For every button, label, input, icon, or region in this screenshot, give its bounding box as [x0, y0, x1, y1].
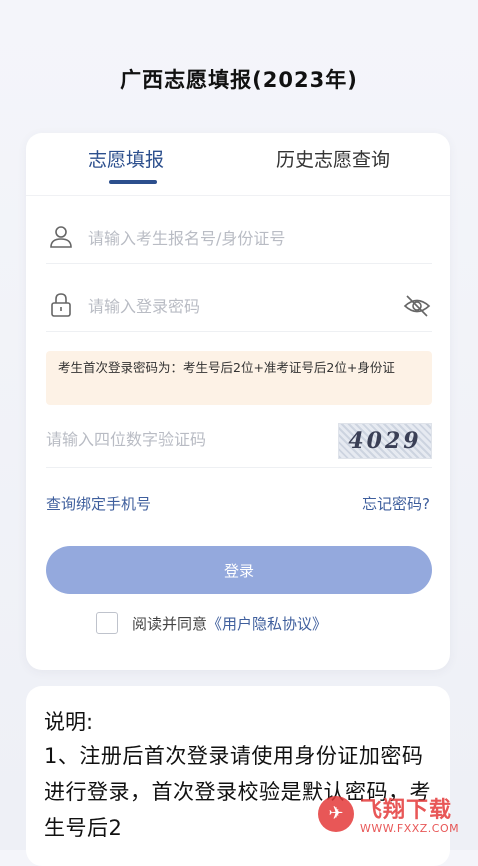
notes-title: 说明:: [44, 710, 94, 734]
captcha-image[interactable]: 4029: [338, 423, 432, 459]
watermark-logo: ✈ 飞翔下载 WWW.FXXZ.COM: [318, 790, 468, 842]
tab-history-query[interactable]: 历史志愿查询: [276, 145, 390, 172]
username-placeholder: 请输入考生报名号/身份证号: [88, 229, 286, 248]
agreement-row: 阅读并同意 《用户隐私协议》: [96, 611, 327, 635]
password-placeholder: 请输入登录密码: [88, 297, 201, 316]
forgot-password-link[interactable]: 忘记密码?: [362, 493, 430, 514]
divider: [46, 331, 432, 332]
eye-off-icon[interactable]: [402, 291, 432, 321]
privacy-link[interactable]: 《用户隐私协议》: [207, 613, 327, 634]
divider: [46, 467, 432, 468]
login-button[interactable]: 登录: [46, 546, 432, 594]
active-tab-indicator: [109, 180, 157, 184]
lock-icon: [46, 290, 76, 320]
watermark-url: WWW.FXXZ.COM: [360, 822, 460, 835]
user-icon: [46, 222, 76, 252]
bind-phone-link[interactable]: 查询绑定手机号: [46, 493, 151, 514]
tab-divider: [26, 195, 450, 196]
captcha-input[interactable]: 请输入四位数字验证码: [46, 425, 336, 455]
watermark-icon: ✈: [318, 796, 354, 832]
agree-checkbox[interactable]: [96, 612, 118, 634]
page-title: 广西志愿填报(2023年): [120, 68, 358, 92]
agree-text: 阅读并同意: [132, 614, 208, 633]
password-field[interactable]: 请输入登录密码: [46, 285, 432, 325]
watermark-name: 飞翔下载: [360, 798, 453, 823]
tab-bar: 志愿填报 历史志愿查询: [26, 133, 450, 195]
username-field[interactable]: 请输入考生报名号/身份证号: [46, 217, 432, 257]
login-card: 志愿填报 历史志愿查询 请输入考生报名号/身份证号 请输入登录密码 考生首次登录…: [26, 133, 450, 670]
divider: [46, 263, 432, 264]
password-notice: 考生首次登录密码为：考生号后2位+准考证号后2位+身份证: [46, 351, 432, 405]
tab-volunteer-fill[interactable]: 志愿填报: [88, 145, 164, 172]
